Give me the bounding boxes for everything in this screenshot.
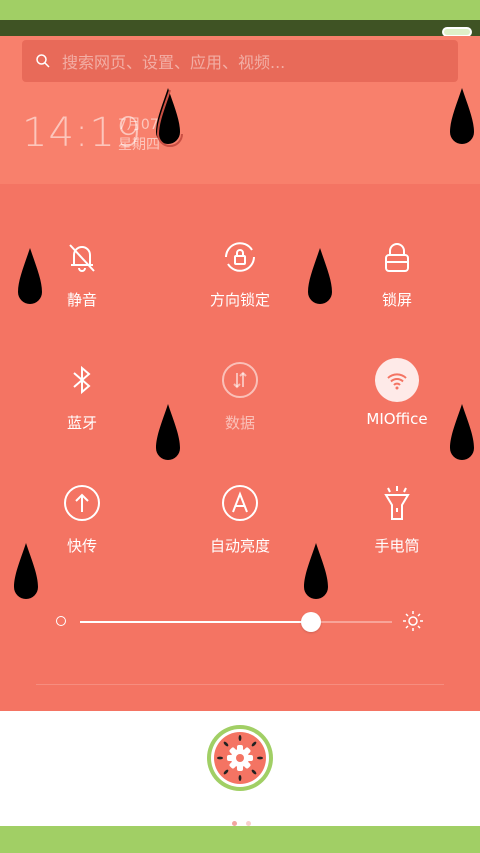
top-theme-band <box>0 0 480 20</box>
toggle-label: 数据 <box>224 414 255 432</box>
watermelon-settings-icon[interactable] <box>206 724 274 792</box>
lock-icon <box>385 243 409 272</box>
brightness-low-icon <box>56 616 66 626</box>
seed-decoration-icon <box>14 543 38 599</box>
toggle-lock-screen[interactable]: 锁屏 <box>317 237 477 357</box>
dock <box>0 711 480 826</box>
toggle-label: 蓝牙 <box>66 414 97 432</box>
seed-decoration-icon <box>18 248 42 304</box>
toggle-rotation-lock[interactable]: 方向锁定 <box>160 237 320 357</box>
wifi-active-indicator <box>375 358 419 402</box>
toggle-bluetooth[interactable]: 蓝牙 <box>2 360 162 480</box>
seed-decoration-icon <box>156 88 183 147</box>
search-icon <box>36 54 50 68</box>
brightness-track[interactable] <box>80 612 392 632</box>
auto-brightness-icon <box>222 485 258 521</box>
toggle-label: 手电筒 <box>374 537 420 555</box>
status-bar <box>0 20 480 37</box>
search-placeholder: 搜索网页、设置、应用、视频... <box>62 53 286 72</box>
seed-decoration-icon <box>156 404 180 460</box>
toggle-flashlight[interactable]: 手电筒 <box>317 483 477 603</box>
seed-decoration-icon <box>308 248 332 304</box>
brightness-fill <box>80 621 311 623</box>
brightness-high-icon <box>403 611 423 631</box>
toggle-label: 自动亮度 <box>209 537 270 555</box>
panel-divider <box>36 684 444 685</box>
seed-decoration-icon <box>450 404 474 460</box>
toggle-label: 锁屏 <box>381 291 412 309</box>
seed-decoration-icon <box>450 88 474 144</box>
bluetooth-icon <box>73 365 91 395</box>
mute-bell-icon <box>69 244 95 272</box>
flashlight-icon <box>384 486 410 520</box>
seed-decoration-icon <box>304 543 328 599</box>
bottom-theme-band <box>0 826 480 853</box>
rotation-lock-icon <box>225 242 255 272</box>
toggle-mobile-data[interactable]: 数据 <box>160 360 320 480</box>
toggle-auto-brightness[interactable]: 自动亮度 <box>160 483 320 603</box>
brightness-slider[interactable] <box>56 610 426 634</box>
quick-transfer-icon <box>64 485 100 521</box>
mobile-data-icon <box>222 362 258 398</box>
search-bar[interactable]: 搜索网页、设置、应用、视频... <box>22 40 458 82</box>
wifi-icon <box>387 373 407 390</box>
toggle-label: 方向锁定 <box>209 291 270 309</box>
brightness-thumb[interactable] <box>300 612 321 632</box>
